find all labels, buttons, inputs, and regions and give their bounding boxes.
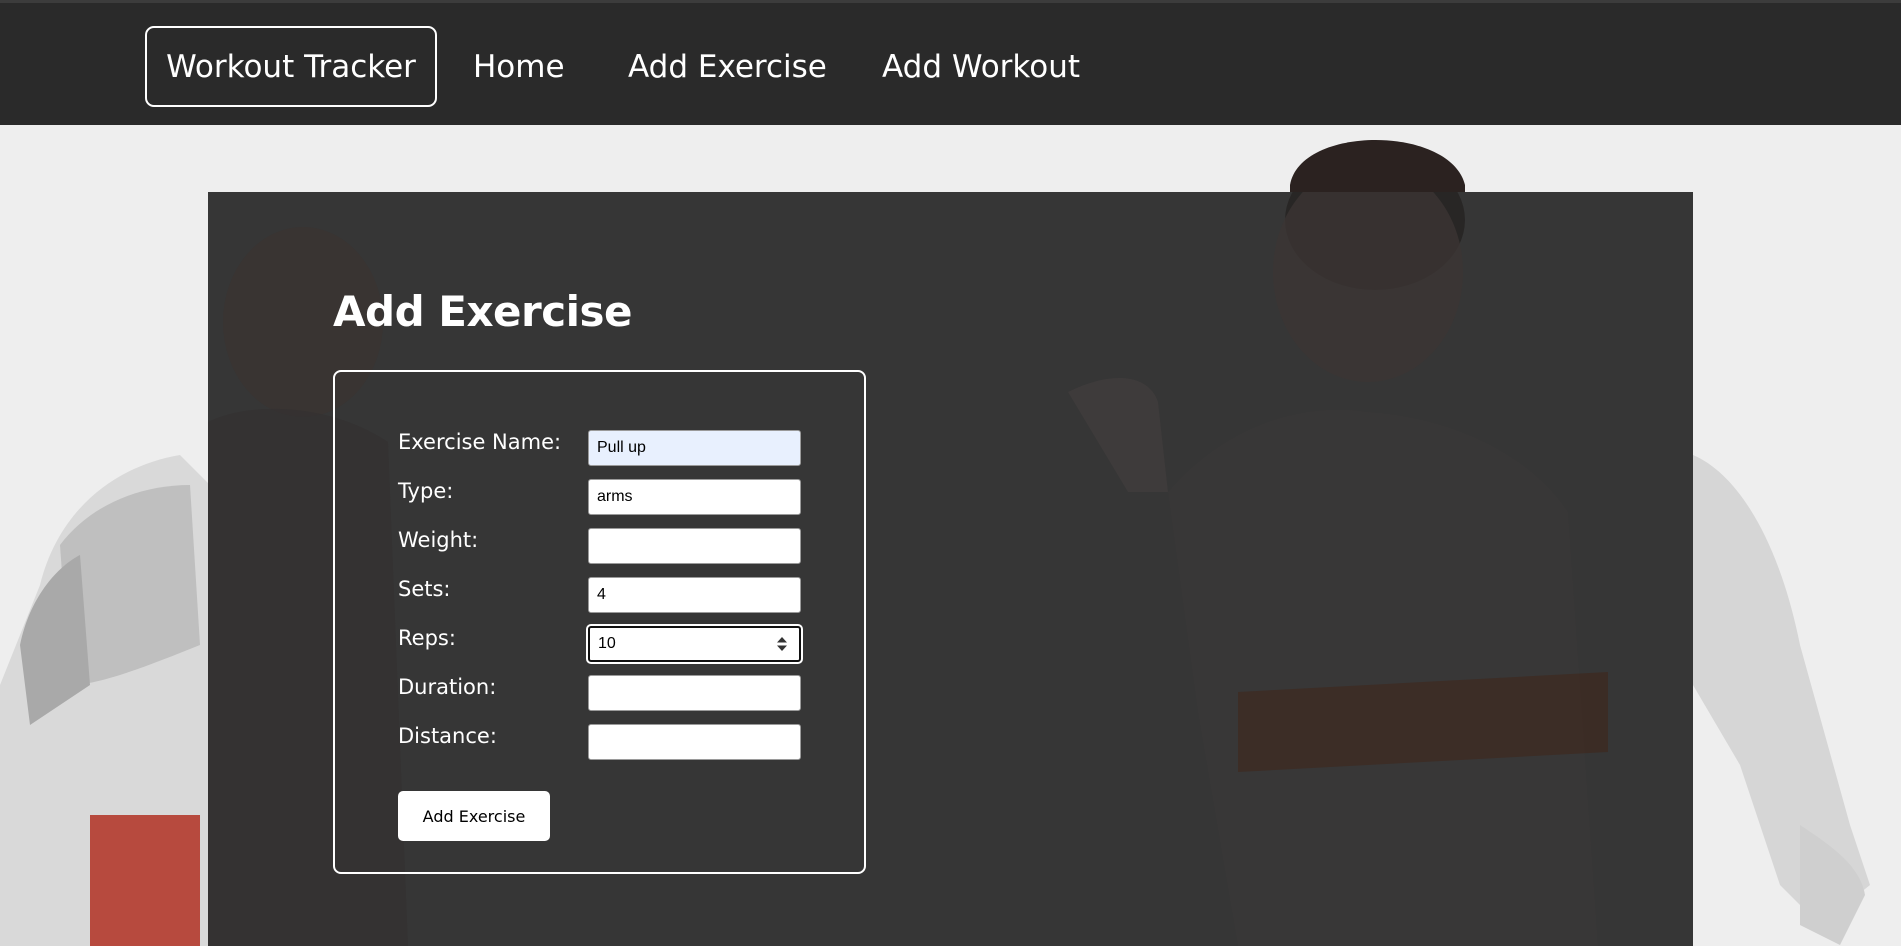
nav-link-add-workout[interactable]: Add Workout	[882, 26, 1080, 107]
type-input[interactable]	[588, 479, 801, 515]
sets-input[interactable]	[588, 577, 801, 613]
sets-label: Sets:	[398, 577, 451, 601]
exercise-name-label: Exercise Name:	[398, 430, 562, 454]
page-title: Add Exercise	[333, 287, 633, 336]
distance-input[interactable]	[588, 724, 801, 760]
nav-link-home[interactable]: Home	[473, 26, 565, 107]
nav-link-add-exercise[interactable]: Add Exercise	[628, 26, 827, 107]
weight-label: Weight:	[398, 528, 479, 552]
weight-input[interactable]	[588, 528, 801, 564]
type-label: Type:	[398, 479, 454, 503]
number-spinner-icon[interactable]	[776, 636, 788, 652]
add-exercise-button[interactable]: Add Exercise	[398, 791, 550, 841]
top-navbar: Workout Tracker Home Add Exercise Add Wo…	[0, 0, 1901, 125]
reps-input[interactable]	[588, 626, 801, 662]
exercise-name-input[interactable]	[588, 430, 801, 466]
duration-label: Duration:	[398, 675, 497, 699]
duration-input[interactable]	[588, 675, 801, 711]
reps-label: Reps:	[398, 626, 456, 650]
distance-label: Distance:	[398, 724, 497, 748]
brand-link[interactable]: Workout Tracker	[145, 26, 437, 107]
